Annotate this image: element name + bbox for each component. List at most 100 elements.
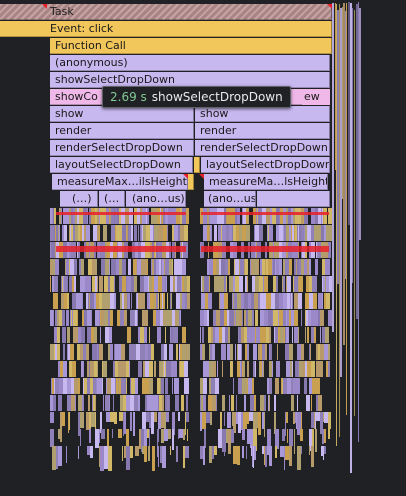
flame-sample [171,293,172,309]
function-call-bar[interactable]: Function Call [50,38,332,54]
flame-sample [55,259,59,275]
flame-sample [62,310,65,326]
measure-gap-yellow[interactable] [188,174,194,190]
flame-sample [301,446,302,454]
flame-sample [135,446,139,456]
flame-sample [311,446,314,467]
flame-sample [269,327,271,343]
flame-sample [178,412,180,421]
flame-sample [66,310,69,326]
flame-sample [324,429,326,443]
flame-sample [294,429,295,454]
flame-sample [80,429,81,446]
flame-sample [282,429,285,441]
flame-sample [224,293,228,309]
sub-call-left-2[interactable]: (… [99,191,125,207]
flame-sample [286,412,288,423]
flame-sample [154,412,157,422]
flame-sample [222,361,223,377]
measure-bar-left[interactable]: measureMax…ilsHeight [52,174,188,190]
flame-sample [259,225,263,241]
flame-sample [59,225,60,241]
flame-sample [186,412,189,422]
flame-sample [292,361,293,377]
right-side-call-strips[interactable] [332,0,362,496]
flame-sample [270,344,272,360]
flame-sample [229,327,230,343]
event-click-bar[interactable]: Event: click [0,21,332,37]
flame-chart[interactable]: Task Event: click Function Call (anonymo… [0,0,406,496]
flame-sample [108,446,112,471]
flame-sample [276,276,278,292]
flame-sample [286,327,289,343]
flame-sample [149,361,153,377]
flame-sample [63,344,65,360]
flame-sample [94,327,97,343]
flame-sample [169,395,170,411]
flame-sample [301,344,304,360]
sub-call-right-2[interactable] [257,191,330,207]
layout-select-dropdown-bar-left[interactable]: layoutSelectDropDown [50,157,193,173]
flame-sample [185,446,189,458]
sub-call-left-1[interactable]: (…) [60,191,98,207]
flame-sample [110,310,113,326]
flame-sample [265,344,267,360]
flame-sample [65,327,66,343]
layout-select-dropdown-bar-right[interactable]: layoutSelectDropDown [201,157,330,173]
flame-sample [141,361,142,377]
flame-sample [298,327,299,343]
flame-sample [267,429,271,446]
flame-sample [231,429,234,443]
flame-sample [151,344,154,360]
render-select-dropdown-bar-right[interactable]: renderSelectDropDown [195,140,330,156]
flame-sample [78,446,79,459]
flame-sample [60,429,62,442]
flame-sample [242,310,243,326]
flame-sample [209,276,210,292]
flame-sample [180,310,181,326]
sub-call-right-1[interactable]: (ano…us) [204,191,256,207]
flame-sample [107,429,109,447]
dense-call-stacks[interactable] [50,208,332,471]
flame-sample [78,378,80,394]
flame-sample [134,225,137,241]
flame-sample [74,276,76,292]
flame-sample [207,310,209,326]
render-bar-left[interactable]: render [50,123,194,139]
flame-sample [127,327,131,343]
flame-sample [66,446,67,463]
event-click-label: Event: click [50,22,114,35]
render-bar-right[interactable]: render [195,123,330,139]
side-sample [346,3,347,415]
task-bar[interactable]: Task [0,4,332,20]
flame-sample [129,361,130,377]
flame-sample [238,208,240,224]
flame-sample [130,412,132,431]
left-edge-marker [0,21,2,35]
flame-sample [67,293,69,309]
measure-bar-right[interactable]: measureMa…lsHeight [204,174,328,190]
flame-sample [186,378,189,394]
render-select-dropdown-bar-left[interactable]: renderSelectDropDown [50,140,194,156]
flame-sample [145,310,148,326]
show-bar-left[interactable]: show [50,106,194,122]
show-bar-right[interactable]: show [195,106,330,122]
flame-sample [158,429,159,442]
flame-sample [50,276,51,292]
flame-sample [225,344,226,360]
flame-sample [239,276,243,292]
layout-gap-yellow[interactable] [194,157,200,173]
flame-sample [97,276,98,292]
sub-call-left-3[interactable]: (ano…us) [126,191,186,207]
flame-sample [170,446,171,455]
flame-sample [158,446,159,467]
stack-divider [190,208,200,308]
flame-sample [114,412,117,424]
anonymous-bar[interactable]: (anonymous) [50,55,330,71]
flame-sample [176,446,178,462]
flame-sample [109,395,110,411]
flame-sample [81,259,84,275]
flame-sample [168,429,171,439]
flame-sample [187,344,190,360]
flame-sample [274,395,276,411]
